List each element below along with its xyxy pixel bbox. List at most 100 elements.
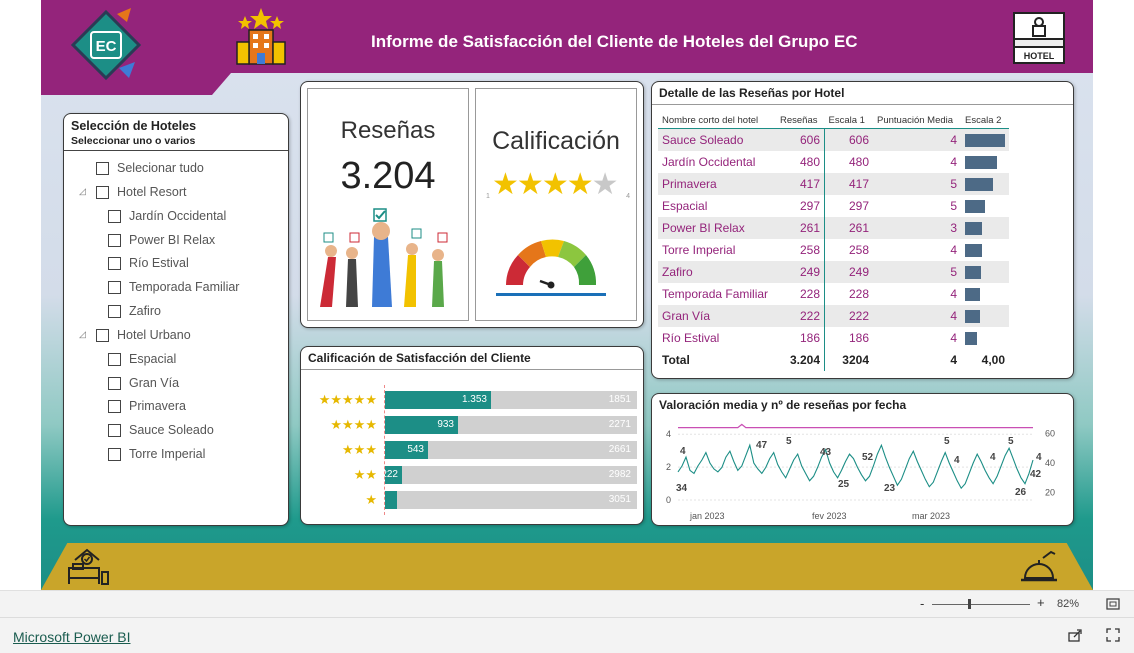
reviews-label: Reseñas [340,117,436,144]
slicer-item-jardin-occidental[interactable]: Jardín Occidental [108,209,226,223]
slicer-item-sauce-soleado[interactable]: Sauce Soleado [108,423,214,437]
slicer-item-label: Primavera [129,399,186,413]
table-row[interactable]: Sauce Soleado 606 606 4 [658,128,1009,151]
hotel-name-cell: Temporada Familiar [662,287,769,301]
checkbox[interactable] [96,185,109,199]
zoom-slider-handle[interactable] [968,599,971,609]
y-right-tick-label: 60 [1045,428,1055,438]
data-label: 42 [1030,469,1042,480]
checkbox[interactable] [108,280,121,294]
data-label: 34 [676,483,688,494]
zoom-slider[interactable] [932,604,1030,605]
checkbox[interactable] [96,328,109,342]
rating-bar-track[interactable]: 3051 [385,491,637,509]
scale1-cell: 606 [824,128,873,151]
rating-bar-track[interactable]: 1.353 1851 [385,391,637,409]
zoom-out-button[interactable]: - [920,596,924,611]
checkbox[interactable] [108,423,121,437]
slicer-item-label: Sauce Soleado [129,423,214,437]
hotel-name-cell: Sauce Soleado [658,128,776,151]
scale1-cell: 261 [824,217,873,239]
total-scale2: 4,00 [981,353,1005,367]
table-row[interactable]: Temporada Familiar 228 228 4 [658,283,1009,305]
checkbox[interactable] [108,209,121,223]
scale1-cell: 249 [824,261,873,283]
slicer-item-label: Hotel Resort [117,185,187,199]
table-row[interactable]: Gran Vía 222 222 4 [658,305,1009,327]
checkbox[interactable] [108,447,121,461]
checkbox[interactable] [108,399,121,413]
avg-score-cell: 5 [873,173,961,195]
rating-bar[interactable]: 1.353 [385,391,491,409]
data-label: 5 [786,436,792,447]
table-row[interactable]: Torre Imperial 258 258 4 [658,239,1009,261]
data-label: 5 [944,436,950,447]
rating-bar-track[interactable]: 933 2271 [385,416,637,434]
checkbox[interactable] [108,233,121,247]
table-row[interactable]: Zafiro 249 249 5 [658,261,1009,283]
rating-bar[interactable]: 543 [385,441,428,459]
slicer-item-primavera[interactable]: Primavera [108,399,186,413]
rating-bar[interactable]: 222 [381,466,402,484]
slicer-select-all[interactable]: Selecionar tudo [96,161,204,175]
reviews-cell: 249 [776,261,825,283]
reviews-cell: 258 [776,239,825,261]
slicer-item-label: Selecionar tudo [117,161,204,175]
slicer-item-temporada-familiar[interactable]: Temporada Familiar [108,280,239,294]
expand-resort-icon[interactable]: ◿ [79,186,86,197]
rating-bar-value: 1.353 [461,394,487,405]
rating-bar[interactable] [385,491,397,509]
hotel-name-cell: Río Estival [662,331,720,345]
data-label: 5 [1008,436,1014,447]
checkbox[interactable] [108,256,121,270]
table-row[interactable]: Espacial 297 297 5 [658,195,1009,217]
scale2-bar [965,243,982,257]
detail-table-panel: Detalle de las Reseñas por Hotel Nombre … [651,81,1074,379]
total-avg: 4 [950,353,957,367]
share-icon[interactable] [1068,628,1082,642]
slicer-item-label: Power BI Relax [129,233,216,247]
reviews-cell: 480 [776,151,825,173]
column-header[interactable]: Nombre corto del hotel [658,110,776,129]
x-tick-label: jan 2023 [689,511,725,521]
powerbi-link[interactable]: Microsoft Power BI [13,629,130,645]
slicer-group-urbano[interactable]: Hotel Urbano [96,328,191,342]
slicer-item-label: Temporada Familiar [129,280,240,294]
checkbox[interactable] [108,376,121,390]
table-row[interactable]: Jardín Occidental 480 480 4 [658,151,1009,173]
rating-stars-label: ★ [365,492,377,507]
column-header[interactable]: Escala 2 [961,110,1009,129]
y-left-tick-label: 0 [666,495,671,505]
rating-chart-title: Calificación de Satisfacción del Cliente [308,351,531,365]
slicer-item-espacial[interactable]: Espacial [108,352,176,366]
rating-label: Calificación [492,127,620,155]
rating-bar-track[interactable]: 543 2661 [385,441,637,459]
expand-urbano-icon[interactable]: ◿ [79,329,86,340]
slicer-item-torre-imperial[interactable]: Torre Imperial [108,447,205,461]
star-icon: ★ [516,168,544,201]
column-header[interactable]: Escala 1 [824,110,873,129]
slicer-item-zafiro[interactable]: Zafiro [108,304,161,318]
slicer-group-resort[interactable]: Hotel Resort [96,185,186,199]
fit-page-icon[interactable] [1106,598,1120,610]
table-row[interactable]: Primavera 417 417 5 [658,173,1009,195]
slicer-item-power-bi-relax[interactable]: Power BI Relax [108,233,215,247]
checkbox[interactable] [108,304,121,318]
rating-bar-track[interactable]: 222 2982 [381,466,637,484]
rating-stars-label: ★★ [353,467,377,482]
rating-bar[interactable]: 933 [385,416,458,434]
slicer-item-rio-estival[interactable]: Río Estival [108,256,189,270]
table-row[interactable]: Power BI Relax 261 261 3 [658,217,1009,239]
rating-scale-max: 4 [626,193,630,200]
scale2-bar [965,133,1005,147]
fullscreen-icon[interactable] [1106,628,1120,642]
zoom-in-button[interactable]: + [1037,595,1045,610]
column-header-sorted[interactable]: Reseñas [776,110,825,129]
checkbox[interactable] [108,352,121,366]
slicer-item-gran-via[interactable]: Gran Vía [108,376,179,390]
slicer-item-label: Jardín Occidental [129,209,227,223]
checkbox[interactable] [96,161,109,175]
table-row[interactable]: Río Estival 186 186 4 [658,327,1009,349]
scale2-bar [965,265,981,279]
column-header[interactable]: Puntuación Media [873,110,961,129]
